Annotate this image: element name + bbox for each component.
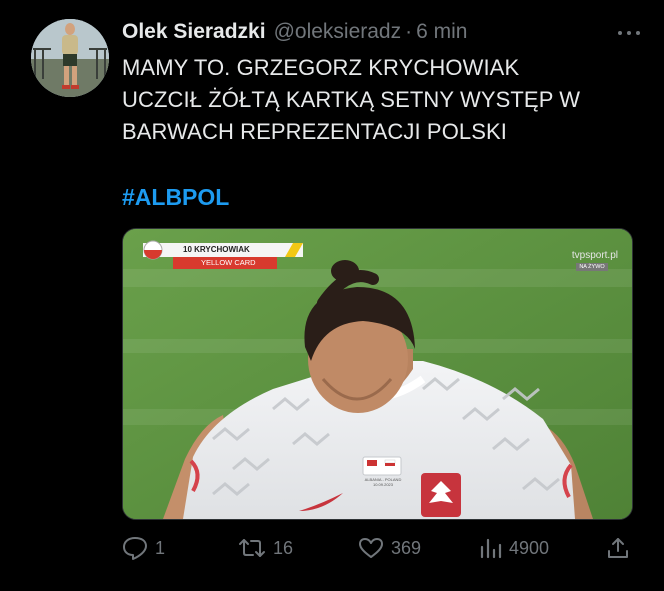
live-badge: NA ŻYWO <box>576 263 608 271</box>
tweet-time[interactable]: 6 min <box>416 20 467 44</box>
action-bar: 1 16 369 4900 <box>122 533 632 563</box>
media-photo <box>123 229 632 519</box>
reply-count: 1 <box>155 537 166 558</box>
tweet-media[interactable]: 10 KRYCHOWIAK YELLOW CARD tvpsport.pl NA… <box>122 228 633 520</box>
like-button[interactable]: 369 <box>358 533 421 563</box>
tweet-text: MAMY TO. GRZEGORZ KRYCHOWIAK UCZCIŁ ŻÓŁT… <box>122 52 642 148</box>
shirt-date-label: 10.09.2023 <box>372 482 394 487</box>
views-icon <box>480 538 502 559</box>
like-count: 369 <box>391 537 422 558</box>
avatar[interactable] <box>31 19 109 97</box>
tweet: Olek Sieradzki @oleksieradz · 6 min MAMY… <box>0 0 664 591</box>
graphic-event-label: YELLOW CARD <box>201 258 256 267</box>
share-icon <box>608 538 628 558</box>
tweet-text-line: MAMY TO. GRZEGORZ KRYCHOWIAK <box>122 55 520 80</box>
hashtag-link[interactable]: #ALBPOL <box>122 181 229 213</box>
share-button[interactable] <box>606 533 637 563</box>
more-button[interactable] <box>614 26 644 40</box>
retweet-icon <box>239 539 265 557</box>
more-dots-icon <box>618 31 640 35</box>
tweet-text-line: BARWACH REPREZENTACJI POLSKI <box>122 119 508 144</box>
separator-dot: · <box>405 20 413 43</box>
author-name[interactable]: Olek Sieradzki <box>122 20 266 44</box>
graphic-player-label: 10 KRYCHOWIAK <box>183 245 250 254</box>
reply-button[interactable]: 1 <box>122 533 165 563</box>
retweet-button[interactable]: 16 <box>238 533 293 563</box>
views-button[interactable]: 4900 <box>478 533 549 563</box>
heart-icon <box>359 538 383 558</box>
retweet-count: 16 <box>273 537 294 558</box>
tweet-header: Olek Sieradzki @oleksieradz · 6 min <box>122 17 644 47</box>
broadcaster-logo: tvpsport.pl <box>571 250 618 261</box>
views-count: 4900 <box>509 537 550 558</box>
avatar-photo <box>31 19 109 97</box>
author-handle[interactable]: @oleksieradz <box>274 20 402 44</box>
reply-icon <box>123 537 147 560</box>
tweet-text-line: UCZCIŁ ŻÓŁTĄ KARTKĄ SETNY WYSTĘP W <box>122 87 581 112</box>
